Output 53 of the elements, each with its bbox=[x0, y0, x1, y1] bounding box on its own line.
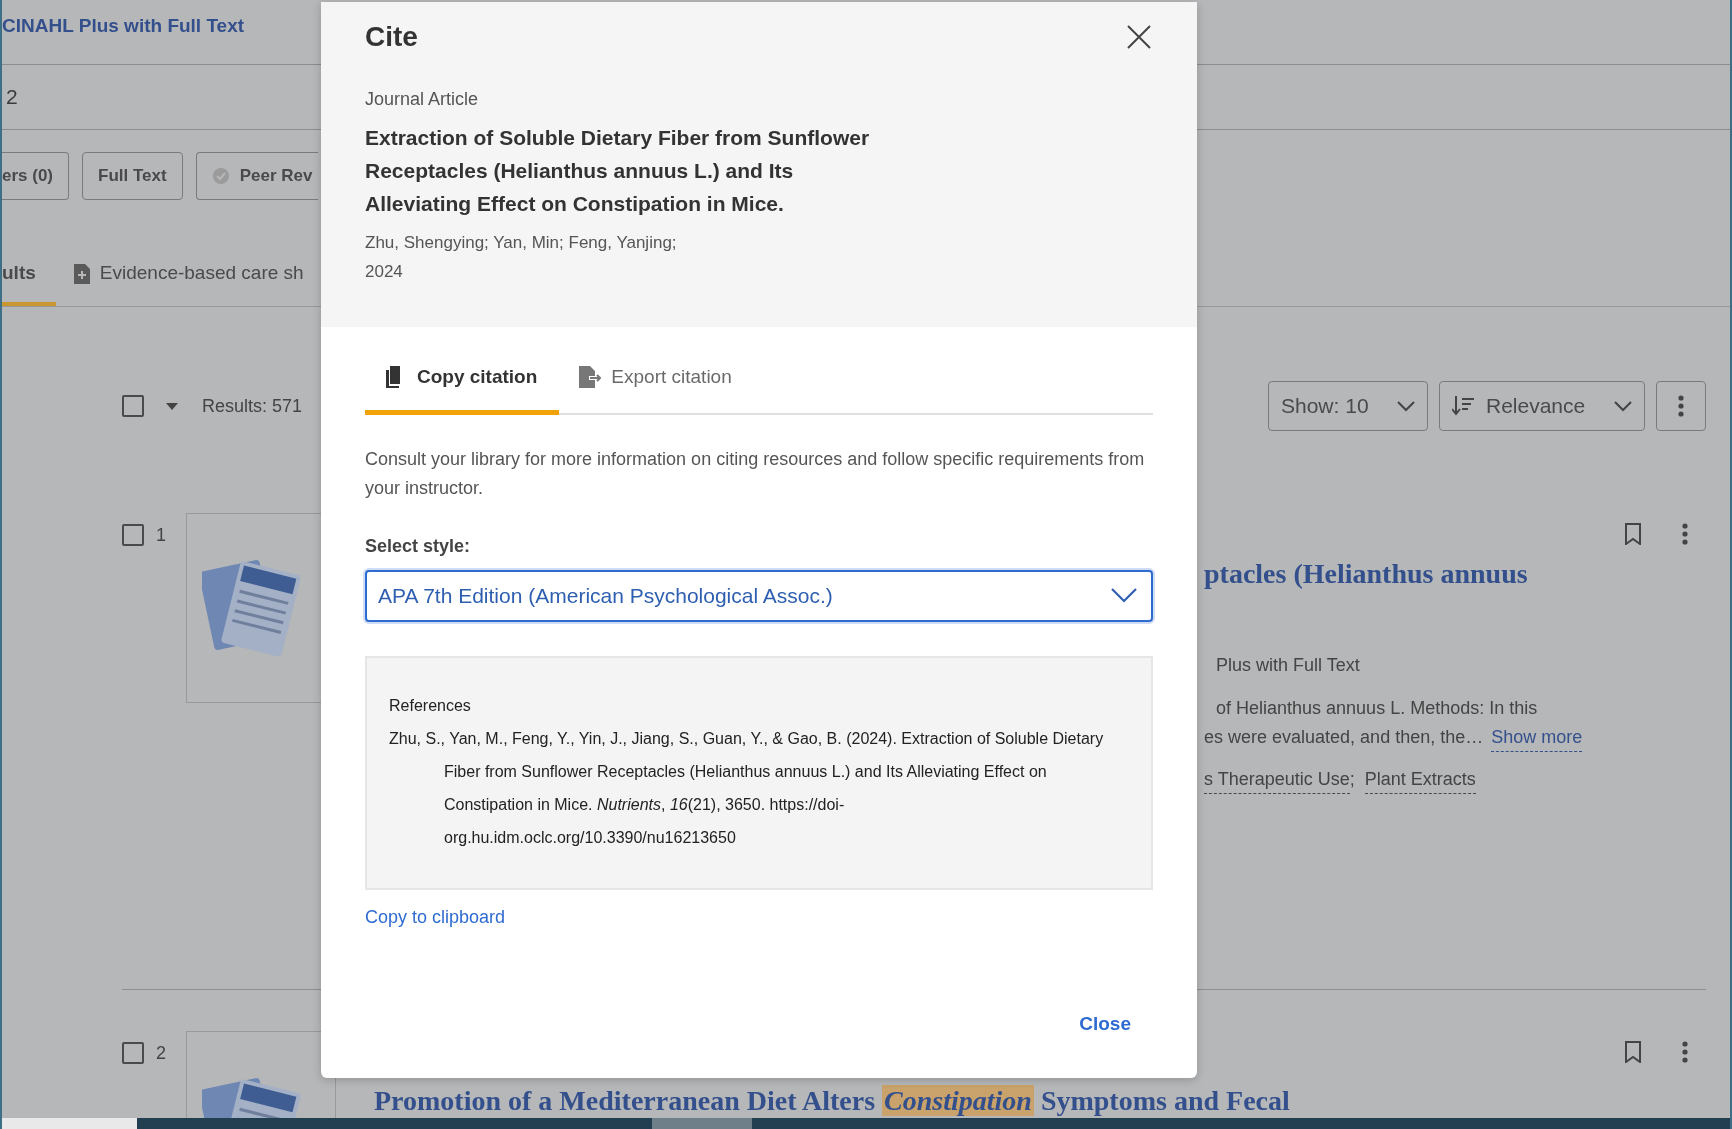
search-query-text: 2 bbox=[6, 84, 18, 111]
subject-link[interactable]: s Therapeutic Use bbox=[1204, 766, 1350, 794]
filter-button[interactable]: ers (0) bbox=[2, 152, 70, 200]
abstract-text: of Helianthus annuus L. Methods: In this bbox=[1216, 697, 1538, 720]
copy-to-clipboard-link[interactable]: Copy to clipboard bbox=[365, 903, 506, 931]
document-plus-icon bbox=[73, 263, 90, 284]
citation-tab[interactable]: Export citation bbox=[559, 355, 754, 415]
show-dropdown[interactable]: Show: 10 bbox=[1268, 381, 1428, 431]
bookmark-icon[interactable] bbox=[1624, 523, 1642, 545]
close-button[interactable] bbox=[1127, 23, 1153, 50]
article-title: Extraction of Soluble Dietary Fiber from Sunflower Receptacles (Helianthus annuus L.) and Its Alleviating Effect on Constipation in Mice. bbox=[365, 124, 871, 217]
separator-text: ; bbox=[1349, 768, 1355, 791]
select-all-checkbox[interactable] bbox=[122, 395, 144, 417]
article-authors: Zhu, Shengying; Yan, Min; Feng, Yanjing; bbox=[365, 231, 678, 254]
close-button[interactable]: Close bbox=[1079, 1009, 1131, 1038]
sort-icon bbox=[1452, 396, 1474, 416]
result-title[interactable]: ptacles (Helianthus annuus bbox=[1204, 559, 1528, 590]
references-heading: References bbox=[389, 695, 472, 716]
instruction-text: Consult your library for more information on citing resources and follow specific requirements from your instructor. bbox=[365, 447, 1146, 500]
export-icon bbox=[579, 366, 602, 389]
dialog-title: Cite bbox=[365, 20, 418, 54]
badge-icon bbox=[211, 167, 230, 185]
result-number: 1 bbox=[156, 523, 166, 547]
result-number: 2 bbox=[156, 1041, 166, 1065]
filter-button[interactable]: Full Text bbox=[82, 152, 183, 200]
chevron-down-icon bbox=[1111, 588, 1137, 603]
abstract-text: es were evaluated, and then, the… bbox=[1204, 726, 1484, 749]
citation-style-dropdown[interactable]: APA 7th Edition (American Psychological Assoc.) bbox=[365, 569, 1153, 622]
results-tab[interactable]: ults bbox=[2, 245, 56, 306]
article-year: 2024 bbox=[365, 260, 404, 283]
bookmark-icon[interactable] bbox=[1624, 1041, 1642, 1063]
show-more-link[interactable]: Show more bbox=[1491, 724, 1583, 752]
select-style-label: Select style: bbox=[365, 534, 472, 558]
subject-link[interactable]: Plant Extracts bbox=[1364, 766, 1476, 794]
kebab-icon[interactable] bbox=[1682, 523, 1688, 545]
kebab-icon[interactable] bbox=[1682, 1041, 1688, 1063]
result-checkbox[interactable] bbox=[122, 1042, 144, 1064]
caret-icon[interactable] bbox=[166, 402, 178, 410]
sort-dropdown[interactable]: Relevance bbox=[1439, 381, 1645, 431]
filter-button[interactable]: Peer Rev bbox=[195, 152, 318, 200]
result-checkbox[interactable] bbox=[122, 524, 144, 546]
result-source: Plus with Full Text bbox=[1216, 654, 1361, 677]
results-count: Results: 571 bbox=[202, 394, 303, 418]
article-type: Journal Article bbox=[365, 87, 480, 111]
database-name[interactable]: CINAHL Plus with Full Text bbox=[2, 11, 245, 41]
kebab-icon bbox=[1678, 395, 1684, 417]
citation-tab[interactable]: Copy citation bbox=[365, 355, 560, 415]
result-title[interactable]: Promotion of a Mediterranean Diet Alters Constipation Symptoms and Fecal bbox=[374, 1086, 1290, 1117]
results-tab[interactable]: Evidence-based care sh bbox=[73, 245, 324, 306]
close-icon bbox=[1127, 24, 1151, 49]
chevron-down-icon bbox=[1614, 400, 1632, 412]
citation-text: Zhu, S., Yan, M., Feng, Y., Yin, J., Jiang, S., Guan, Y., & Gao, B. (2024). Extraction of Soluble Dietary Fiber from Sunflower Receptacles (Helianthus annuus L.) and Its Alleviating Effect on Constipation in Mice. Nutrients, 16(21), 3650. https://doi-org.hu.idm.oclc.org/10.3390/nu16213650 bbox=[389, 728, 1105, 848]
chevron-down-icon bbox=[1397, 400, 1415, 412]
